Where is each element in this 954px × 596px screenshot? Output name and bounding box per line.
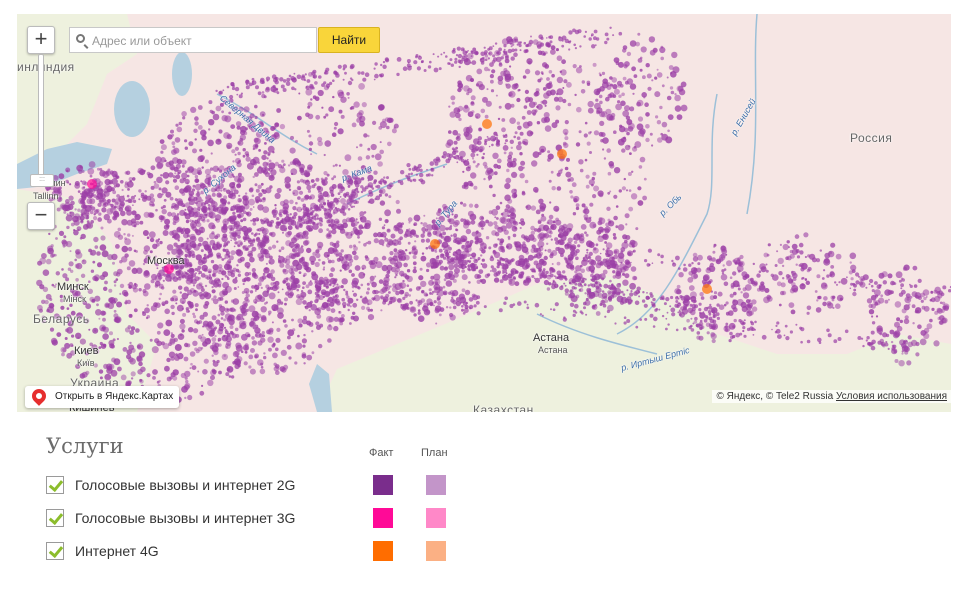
- label-minsk-small: Мінск: [63, 294, 86, 304]
- zoom-slider-handle[interactable]: :::: [30, 174, 54, 187]
- plan-column-header: План: [421, 447, 448, 459]
- service-checkbox-4g[interactable]: [46, 542, 64, 560]
- label-tallinn-latin: Tallinn: [33, 191, 59, 201]
- page: инляндия Tallinn Москва Минск Мінск Бела…: [0, 0, 954, 596]
- coverage-map[interactable]: инляндия Tallinn Москва Минск Мінск Бела…: [17, 14, 951, 412]
- label-kazakhstan: Казахстан: [473, 403, 534, 412]
- service-checkbox-3g[interactable]: [46, 509, 64, 527]
- plan-swatch-2g: [426, 475, 446, 495]
- label-astana: Астана: [533, 332, 570, 344]
- open-yandex-maps-link[interactable]: Открыть в Яндекс.Картах: [25, 386, 180, 408]
- open-yandex-maps-label: Открыть в Яндекс.Картах: [55, 391, 174, 402]
- label-belarus: Беларусь: [33, 312, 90, 326]
- search-icon: [76, 34, 85, 43]
- fact-swatch-3g: [373, 508, 393, 528]
- search-field[interactable]: [69, 27, 317, 54]
- service-label-4g: Интернет 4G: [75, 543, 159, 559]
- copyright-text: © Яндекс, © Tele2 Russia: [716, 391, 834, 402]
- service-checkbox-2g[interactable]: [46, 476, 64, 494]
- map-copyright: © Яндекс, © Tele2 Russia Условия использ…: [712, 390, 951, 403]
- terms-link[interactable]: Условия использования: [836, 391, 947, 402]
- yandex-maps-pin-icon: [29, 386, 49, 406]
- label-finland: инляндия: [17, 60, 75, 74]
- label-astana-small: Астана: [538, 345, 568, 355]
- zoom-slider-track[interactable]: [38, 54, 44, 186]
- find-button[interactable]: Найти: [318, 27, 380, 53]
- plan-swatch-4g: [426, 541, 446, 561]
- fact-swatch-4g: [373, 541, 393, 561]
- fact-swatch-2g: [373, 475, 393, 495]
- label-moscow: Москва: [147, 255, 185, 267]
- fact-column-header: Факт: [369, 447, 394, 459]
- coverage-layer: [36, 26, 951, 405]
- service-label-3g: Голосовые вызовы и интернет 3G: [75, 510, 296, 526]
- legend-title: Услуги: [46, 434, 124, 458]
- label-russia: Россия: [850, 131, 893, 145]
- label-minsk: Минск: [57, 281, 89, 293]
- service-label-2g: Голосовые вызовы и интернет 2G: [75, 477, 296, 493]
- zoom-out-button[interactable]: −: [27, 202, 55, 230]
- zoom-in-button[interactable]: +: [27, 26, 55, 54]
- plan-swatch-3g: [426, 508, 446, 528]
- label-kiev-small: Київ: [77, 358, 95, 368]
- search-input[interactable]: [90, 28, 314, 54]
- label-kiev: Киев: [74, 345, 99, 357]
